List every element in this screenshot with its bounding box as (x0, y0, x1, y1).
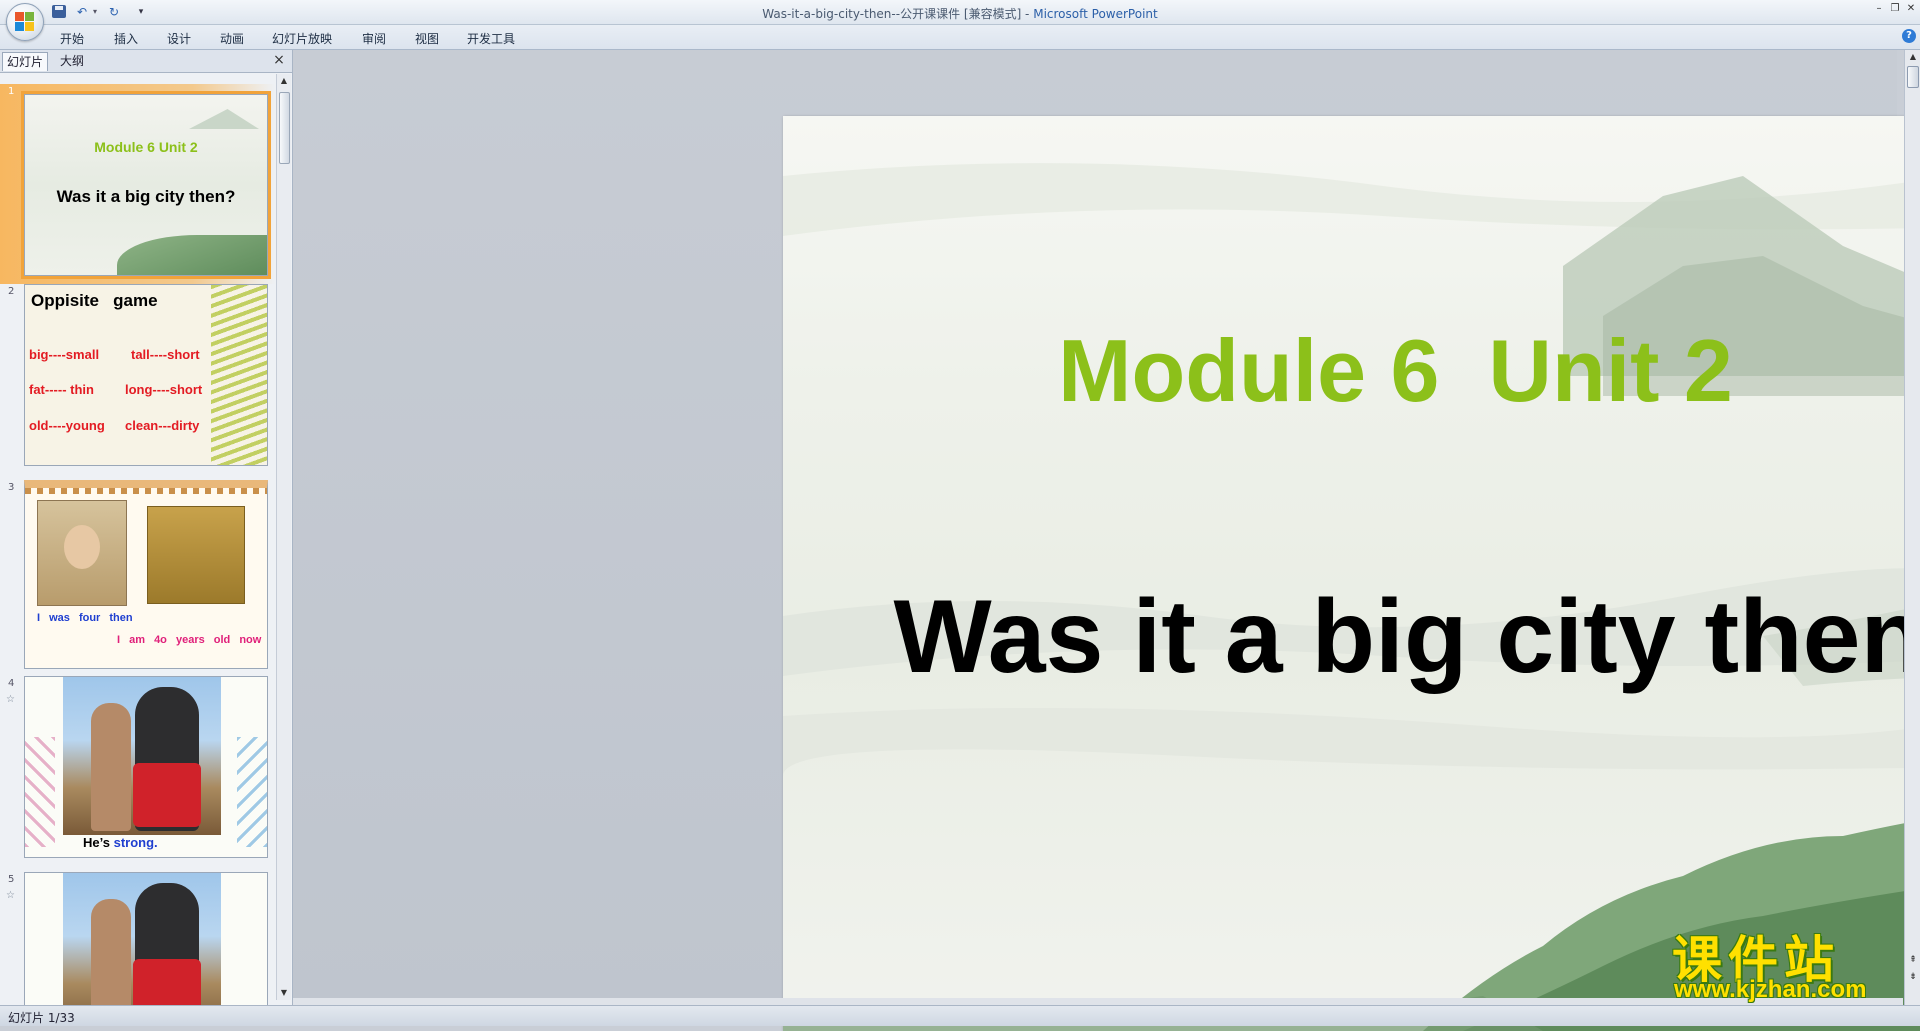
restore-icon[interactable]: ❐ (1888, 3, 1902, 15)
watermark-url: www.kjzhan.com (1674, 976, 1867, 1003)
scroll-up-icon[interactable]: ▲ (1905, 50, 1920, 64)
thumb-line-2: I am 4o years old now (117, 634, 262, 646)
bodybuilders-photo (63, 873, 221, 1005)
tab-slide-show[interactable]: 幻灯片放映 (272, 30, 332, 47)
flower-decoration (237, 737, 267, 847)
caption-word: strong. (113, 835, 158, 850)
landscape-background (783, 163, 1920, 1031)
dot-border (25, 488, 267, 494)
bodybuilders-photo (63, 677, 221, 835)
scroll-down-icon[interactable]: ▼ (277, 986, 291, 1000)
ribbon-tabs: 开始 插入 设计 动画 幻灯片放映 审阅 视图 开发工具 ? (0, 25, 1920, 50)
tab-view[interactable]: 视图 (415, 30, 439, 47)
panel-tabs: 幻灯片 大纲 × (0, 50, 292, 73)
thumb-heading: Oppisite game (31, 291, 158, 310)
slide-thumbnail-2[interactable]: Oppisite game big----small tall----short… (24, 284, 268, 466)
slide-number: 5 (8, 874, 15, 885)
slide-scrollbar[interactable]: ▲ ⇞ ⇟ (1904, 50, 1920, 1005)
slide-thumbnail-1[interactable]: Module 6 Unit 2 Was it a big city then? (24, 94, 268, 276)
slide-title[interactable]: Was it a big city then? (783, 578, 1920, 697)
office-logo-icon (15, 12, 35, 32)
animation-icon: ☆ (6, 694, 15, 705)
flower-decoration (25, 737, 55, 847)
thumbnail-list: 1 Module 6 Unit 2 Was it a big city then… (0, 76, 275, 1005)
tab-outline[interactable]: 大纲 (56, 52, 88, 70)
document-name: Was-it-a-big-city-then--公开课课件 [兼容模式] - (762, 7, 1034, 21)
field-photo (147, 506, 245, 604)
next-slide-icon[interactable]: ⇟ (1905, 972, 1920, 986)
scroll-thumb[interactable] (279, 92, 290, 164)
mountain-graphic (189, 109, 259, 129)
thumbnail-row-3[interactable]: 3 I was four then I am 4o years old now (0, 480, 275, 669)
help-icon[interactable]: ? (1902, 29, 1916, 43)
slide-editing-area: Module 6 Unit 2 Was it a big city then? (293, 50, 1920, 1031)
opposite-pair: clean---dirty (125, 418, 200, 433)
thumbnail-row-1[interactable]: 1 Module 6 Unit 2 Was it a big city then… (0, 84, 275, 284)
thumbnail-row-2[interactable]: 2 Oppisite game big----small tall----sho… (0, 284, 275, 470)
slide-module-heading[interactable]: Module 6 Unit 2 (783, 320, 1920, 422)
thumb-title-text: Was it a big city then? (56, 187, 236, 206)
tab-insert[interactable]: 插入 (114, 30, 138, 47)
thumb-module-text: Module 6 Unit 2 (94, 139, 198, 155)
minimize-icon[interactable]: – (1872, 3, 1886, 15)
tab-review[interactable]: 审阅 (362, 30, 386, 47)
thumbnail-row-5[interactable]: 5 ☆ (0, 872, 275, 1005)
scroll-thumb[interactable] (1907, 66, 1919, 88)
office-button[interactable] (6, 3, 44, 41)
thumbnail-scrollbar[interactable]: ▲ ▼ (276, 74, 291, 1000)
opposite-pair: tall----short (131, 347, 200, 362)
hill-graphic (117, 235, 267, 275)
opposite-pair: old----young (29, 418, 105, 433)
status-bar: 幻灯片 1/33 (0, 1005, 1920, 1026)
watermark-logo: 课件站 www.kjzhan.com (1668, 920, 1904, 1004)
app-name: Microsoft PowerPoint (1033, 7, 1158, 21)
current-slide[interactable]: Module 6 Unit 2 Was it a big city then? (783, 116, 1920, 1031)
close-panel-icon[interactable]: × (271, 52, 287, 68)
slide-number: 4 (8, 678, 15, 689)
slide-thumbnail-3[interactable]: I was four then I am 4o years old now (24, 480, 268, 669)
slide-indicator: 幻灯片 1/33 (8, 1011, 75, 1025)
thumbnail-row-4[interactable]: 4 ☆ He’s strong. (0, 676, 275, 862)
fern-graphic (211, 285, 267, 465)
tab-home[interactable]: 开始 (60, 30, 84, 47)
thumb-caption: He’s strong. (83, 835, 158, 850)
opposite-pair: long----short (125, 382, 203, 397)
tab-developer[interactable]: 开发工具 (467, 30, 515, 47)
title-bar: ↶ ▾ ↻ ▾ Was-it-a-big-city-then--公开课课件 [兼… (0, 0, 1920, 41)
animation-icon: ☆ (6, 890, 15, 901)
opposite-pair: fat----- thin (29, 382, 94, 397)
close-icon[interactable]: ✕ (1904, 3, 1918, 15)
slide-thumbnail-5[interactable] (24, 872, 268, 1005)
previous-slide-icon[interactable]: ⇞ (1905, 955, 1920, 969)
thumb-line-1: I was four then (37, 612, 133, 624)
scroll-up-icon[interactable]: ▲ (277, 74, 291, 88)
opposite-pair: big----small (29, 347, 100, 362)
slide-number: 3 (8, 482, 15, 493)
slides-panel: 幻灯片 大纲 × 1 Module 6 Unit 2 Was it a big … (0, 50, 293, 1005)
slide-number: 1 (8, 86, 15, 97)
slide-thumbnail-4[interactable]: He’s strong. (24, 676, 268, 858)
window-title: Was-it-a-big-city-then--公开课课件 [兼容模式] - M… (0, 5, 1920, 22)
child-photo (37, 500, 127, 606)
tab-slides[interactable]: 幻灯片 (2, 52, 49, 71)
caption-prefix: He’s (83, 835, 114, 850)
tab-design[interactable]: 设计 (167, 30, 191, 47)
tab-animations[interactable]: 动画 (220, 30, 244, 47)
slide-number: 2 (8, 286, 15, 297)
